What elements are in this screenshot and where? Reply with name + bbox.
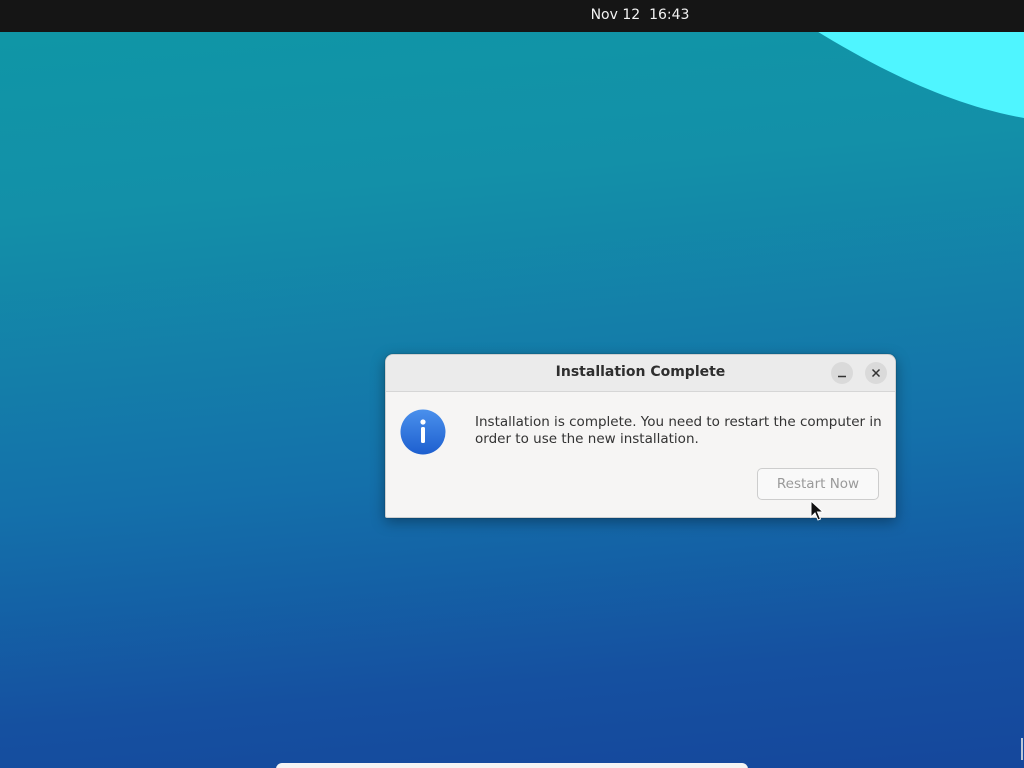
dialog-message: Installation is complete. You need to re… (475, 414, 882, 447)
minimize-icon (838, 375, 846, 378)
close-button[interactable] (865, 362, 887, 384)
desktop: Nov 12 16:43 Installation Complete Insta… (0, 0, 1024, 768)
clock[interactable]: Nov 12 16:43 (560, 0, 720, 32)
close-icon (871, 368, 881, 378)
screen-edge-indicator (1021, 738, 1023, 760)
dialog-title: Installation Complete (555, 364, 726, 380)
mouse-cursor-icon (810, 500, 824, 521)
restart-now-button[interactable]: Restart Now (757, 468, 879, 500)
info-icon (400, 409, 446, 455)
installation-complete-dialog: Installation Complete Installation is co… (385, 354, 896, 518)
dock[interactable] (276, 763, 748, 768)
dialog-titlebar[interactable]: Installation Complete (386, 355, 895, 392)
minimize-button[interactable] (831, 362, 853, 384)
top-bar: Nov 12 16:43 (0, 0, 1024, 32)
